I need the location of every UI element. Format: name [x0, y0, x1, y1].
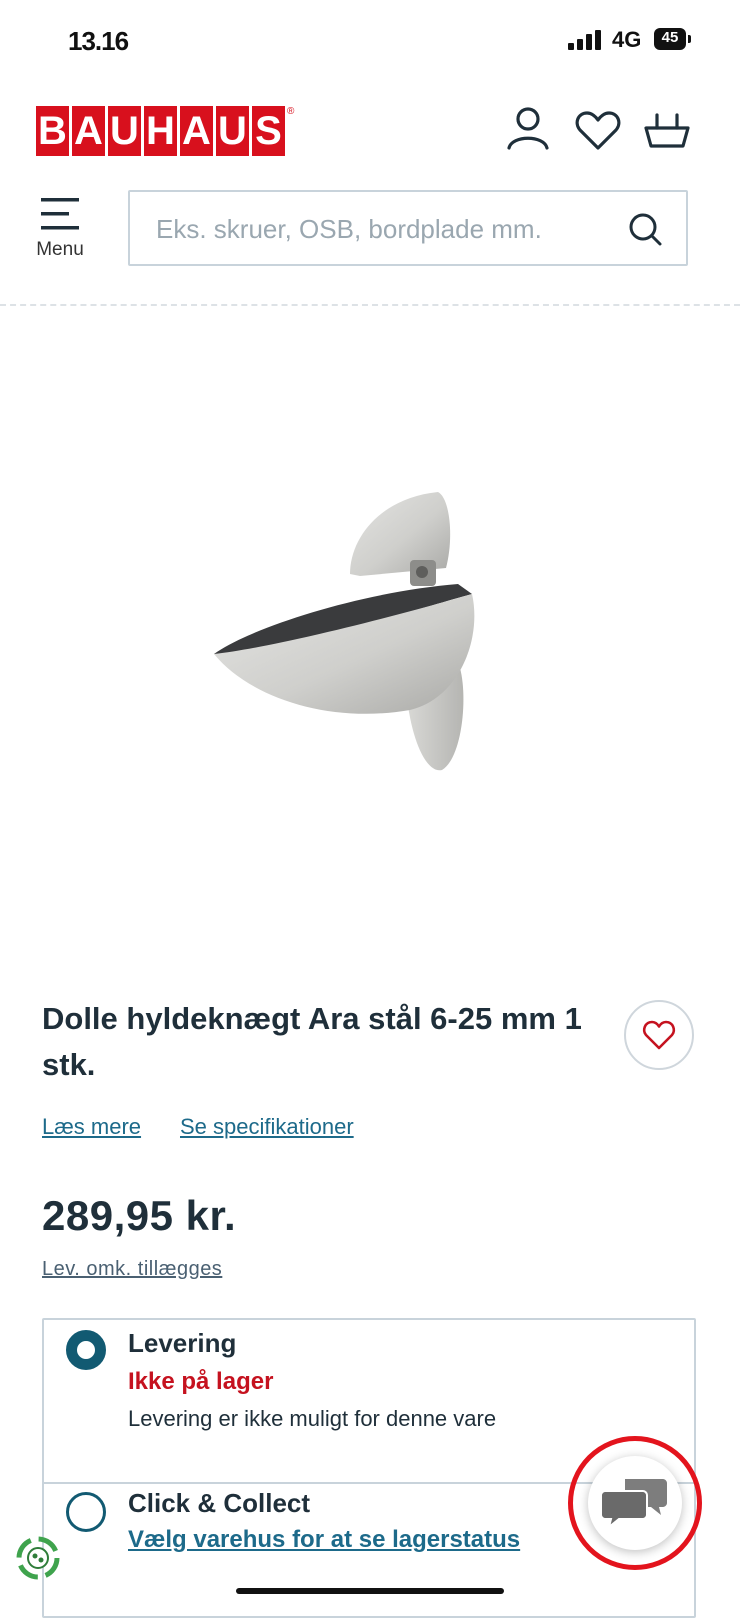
product-price: 289,95 kr. — [42, 1192, 237, 1239]
search-input[interactable] — [154, 202, 608, 256]
signal-icon — [568, 30, 601, 50]
stock-status: Ikke på lager — [128, 1368, 274, 1395]
battery-level: 45 — [661, 29, 679, 46]
registered-mark: ® — [287, 106, 295, 117]
choose-store-link[interactable]: Vælg varehus for at se lagerstatus — [128, 1526, 520, 1554]
search-bar[interactable] — [128, 190, 688, 266]
delivery-cost-note[interactable]: Lev. omk. tillægges — [42, 1258, 222, 1281]
product-image[interactable] — [210, 488, 490, 788]
logo-letter: A — [180, 106, 213, 156]
header-divider — [0, 304, 740, 306]
heart-icon — [642, 1020, 676, 1050]
delivery-radio[interactable] — [66, 1330, 106, 1370]
logo-letter: A — [72, 106, 105, 156]
product-title: Dolle hyldeknægt Ara stål 6-25 mm 1 stk. — [42, 1001, 582, 1082]
bauhaus-logo[interactable]: B A U H A U S ® — [36, 106, 294, 156]
logo-letter: U — [216, 106, 249, 156]
logo-letter: S — [252, 106, 285, 156]
heart-icon[interactable] — [572, 104, 624, 156]
click-collect-radio[interactable] — [66, 1492, 106, 1532]
logo-letter: B — [36, 106, 69, 156]
network-label: 4G — [612, 27, 642, 52]
status-time: 13.16 — [68, 26, 129, 56]
specifications-link[interactable]: Se specifikationer — [180, 1114, 354, 1140]
menu-label: Menu — [36, 239, 84, 260]
hamburger-icon — [41, 198, 79, 230]
basket-icon[interactable] — [642, 104, 692, 156]
chat-icon — [601, 1479, 667, 1530]
favorite-button[interactable] — [624, 1000, 694, 1070]
logo-letter: H — [144, 106, 177, 156]
read-more-link[interactable]: Læs mere — [42, 1114, 141, 1140]
menu-button[interactable]: Menu — [34, 194, 86, 268]
logo-letter: U — [108, 106, 141, 156]
home-indicator — [236, 1588, 504, 1594]
eco-icon[interactable] — [14, 1534, 62, 1582]
battery-icon: 45 — [654, 28, 692, 50]
user-icon[interactable] — [504, 104, 552, 156]
delivery-description: Levering er ikke muligt for denne vare — [128, 1406, 497, 1431]
delivery-option-title[interactable]: Levering — [128, 1328, 236, 1359]
chat-button[interactable] — [588, 1456, 682, 1550]
search-icon[interactable] — [626, 210, 664, 248]
click-collect-title[interactable]: Click & Collect — [128, 1488, 310, 1519]
